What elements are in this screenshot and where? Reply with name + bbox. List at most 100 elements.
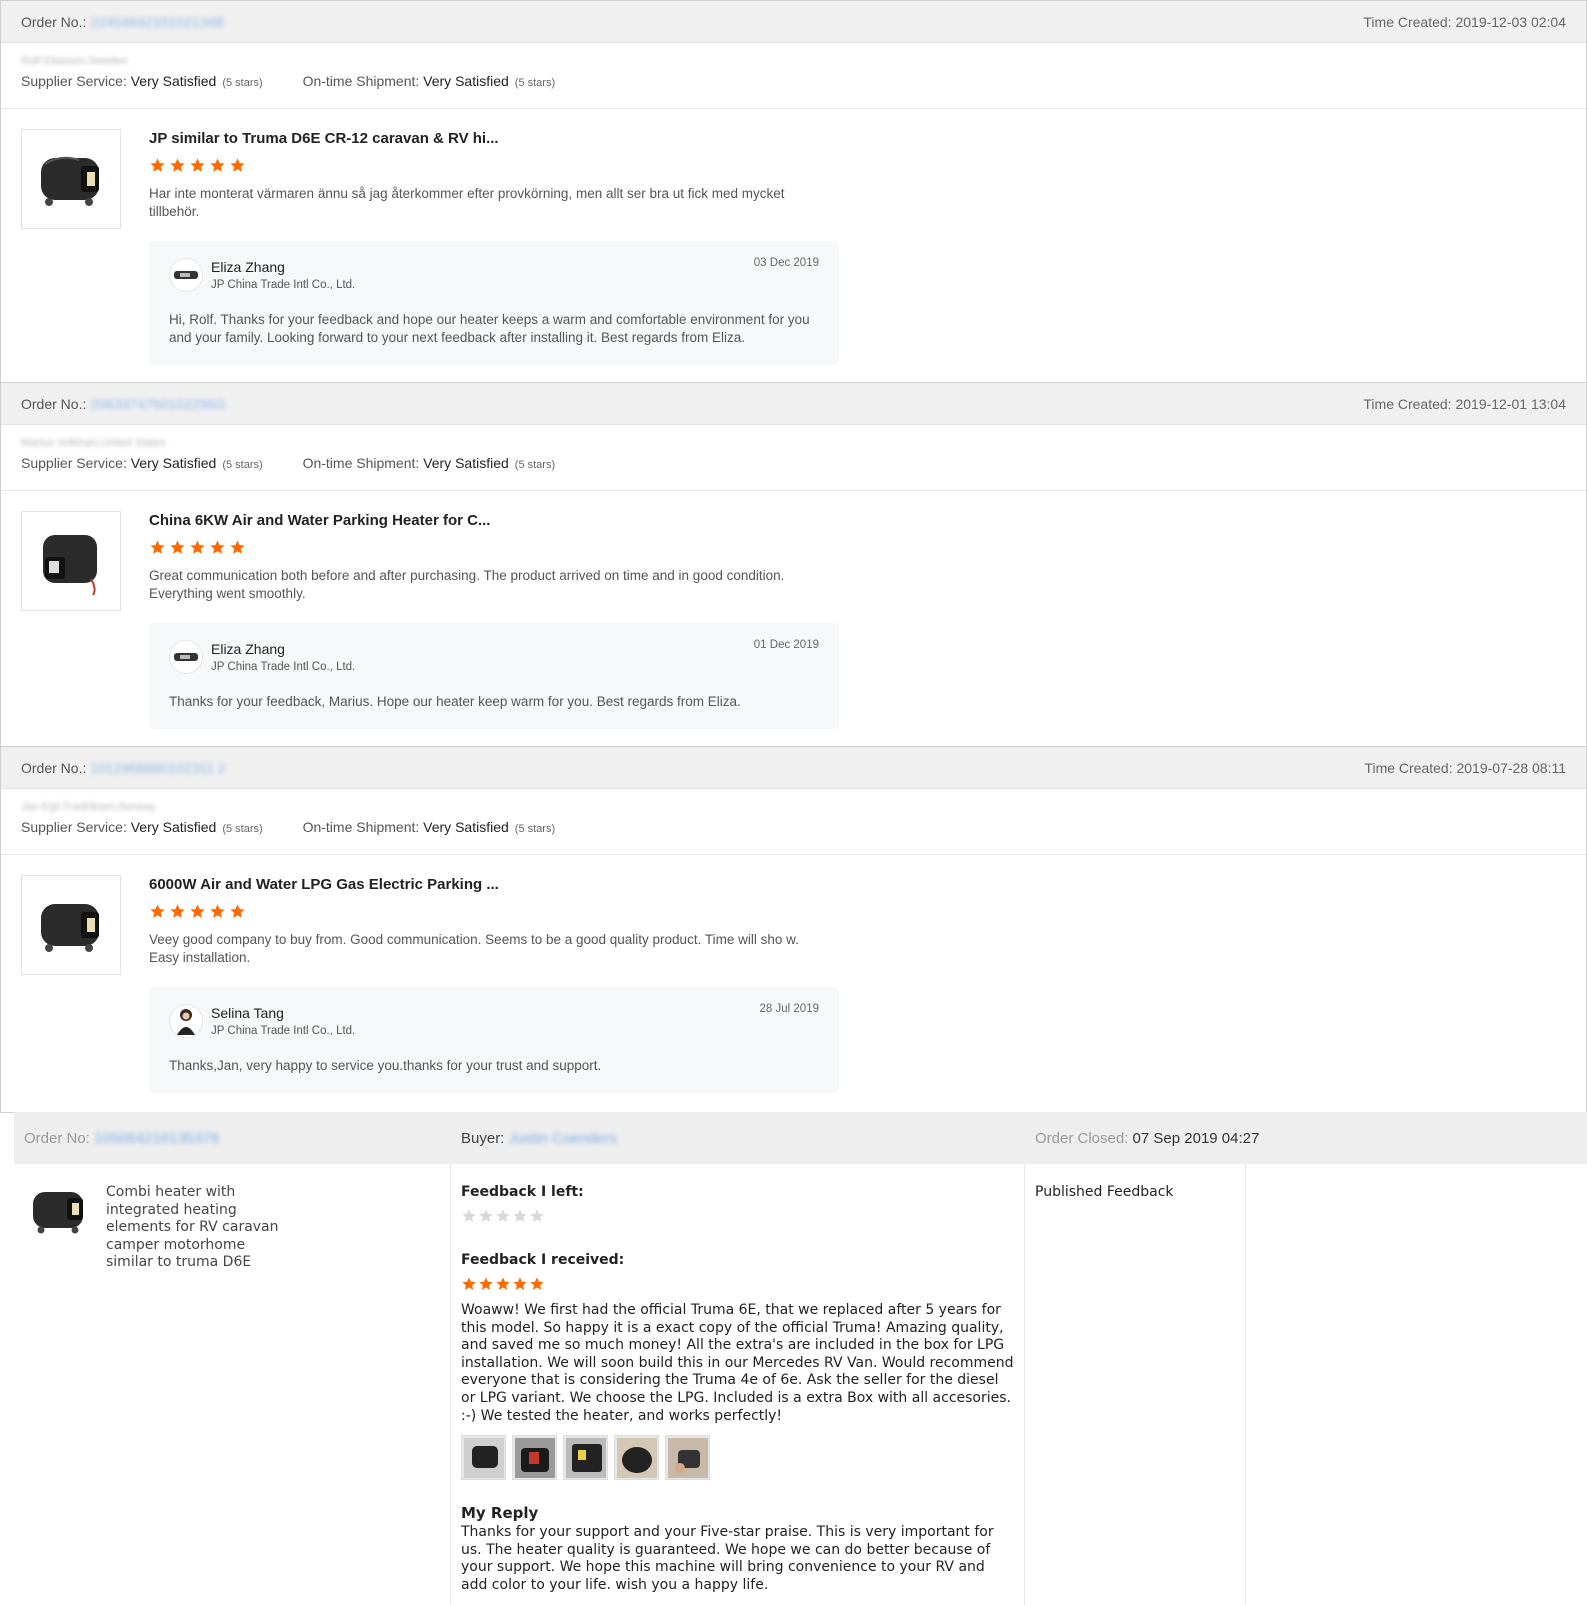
order-header: Order No.: 2063374750102296G Time Created… <box>1 383 1586 425</box>
star-filled-icon <box>150 540 165 554</box>
reply-text: Hi, Rolf. Thanks for your feedback and h… <box>169 312 810 345</box>
buyer-name: Jan Egil Fredriksen,Norway <box>21 801 156 813</box>
feedback-photos <box>461 1435 1014 1481</box>
star-filled-icon <box>496 1277 510 1290</box>
buyer-link[interactable]: Justin Coenders <box>509 1130 617 1147</box>
order-number-link[interactable]: 2245484233102134B <box>90 14 224 30</box>
star-filled-icon <box>170 158 185 172</box>
supplier-service-value: Very Satisfied <box>130 455 217 471</box>
order-label: Order No.: <box>21 395 87 412</box>
supplier-service-value: Very Satisfied <box>130 819 217 835</box>
buyer-name: Rolf Eliasson,Sweden <box>21 55 129 67</box>
order-label: Order No.: <box>21 13 87 30</box>
feedback-photo[interactable] <box>563 1435 608 1481</box>
shipment-stars: (5 stars) <box>514 459 556 471</box>
reply-author: Eliza Zhang <box>211 641 285 657</box>
product-title[interactable]: China 6KW Air and Water Parking Heater f… <box>149 512 839 529</box>
feedback-photo[interactable] <box>614 1435 659 1481</box>
avatar <box>169 1004 203 1038</box>
shipment-stars: (5 stars) <box>514 77 556 89</box>
review-text: Veey good company to buy from. Good comm… <box>149 932 799 965</box>
supplier-service-label: Supplier Service: <box>21 455 127 471</box>
review-text: Har inte monterat värmaren ännu så jag å… <box>149 186 785 219</box>
star-filled-icon <box>210 904 225 918</box>
supplier-service-label: Supplier Service: <box>21 819 127 835</box>
feedback-received-stars <box>461 1276 1014 1294</box>
rating-stars <box>149 539 839 561</box>
reply-date: 01 Dec 2019 <box>753 639 819 651</box>
order-number-link[interactable]: 105064216135376 <box>94 1130 219 1147</box>
reply-author: Eliza Zhang <box>211 259 285 275</box>
heater-image <box>41 904 99 952</box>
supplier-reply: Eliza Zhang JP China Trade Intl Co., Ltd… <box>149 241 839 365</box>
feedback-left-label: Feedback I left: <box>461 1184 584 1200</box>
reply-author: Selina Tang <box>211 1005 284 1021</box>
reply-company: JP China Trade Intl Co., Ltd. <box>211 1025 356 1037</box>
shipment-value: Very Satisfied <box>423 73 509 89</box>
heater-image <box>33 1192 83 1234</box>
supplier-reply: Eliza Zhang JP China Trade Intl Co., Ltd… <box>149 623 839 729</box>
star-filled-icon <box>170 904 185 918</box>
reply-text: Thanks for your feedback, Marius. Hope o… <box>169 694 741 709</box>
reply-date: 03 Dec 2019 <box>753 257 819 269</box>
order-number-link[interactable]: 1012968880102311 2 <box>90 760 225 776</box>
star-filled-icon <box>210 158 225 172</box>
heater-image <box>43 535 97 596</box>
star-empty-icon <box>530 1209 544 1222</box>
rating-stars <box>149 157 839 179</box>
supplier-service-stars: (5 stars) <box>222 823 263 835</box>
received-feedback-text: Woaww! We first had the official Truma 6… <box>461 1302 1014 1424</box>
product-thumbnail[interactable] <box>21 129 121 229</box>
product-title[interactable]: JP similar to Truma D6E CR-12 caravan & … <box>149 130 839 147</box>
time-created: Time Created: 2019-12-01 13:04 <box>1363 395 1566 412</box>
shipment-stars: (5 stars) <box>514 823 556 835</box>
shipment-value: Very Satisfied <box>423 455 509 471</box>
product-thumbnail[interactable] <box>24 1184 96 1256</box>
star-filled-icon <box>230 904 245 918</box>
order-closed-value: 07 Sep 2019 04:27 <box>1132 1129 1260 1147</box>
avatar <box>169 258 203 292</box>
rating-stars <box>149 903 839 925</box>
feedback-status: Published Feedback <box>1025 1164 1246 1605</box>
star-filled-icon <box>462 1277 476 1290</box>
heater-image <box>41 156 99 206</box>
star-filled-icon <box>190 158 205 172</box>
rating-summary: Supplier Service: Very Satisfied (5 stars… <box>1 451 1586 491</box>
shipment-label: On-time Shipment: <box>302 73 420 89</box>
order-number-link[interactable]: 2063374750102296G <box>90 396 225 412</box>
order-header: Order No.: 1012968880102311 2 Time Create… <box>1 747 1586 789</box>
product-title[interactable]: 6000W Air and Water LPG Gas Electric Par… <box>149 876 839 893</box>
order-card: Order No.: 1012968880102311 2 Time Create… <box>0 746 1587 1113</box>
rating-summary: Supplier Service: Very Satisfied (5 stars… <box>1 69 1586 109</box>
shipment-value: Very Satisfied <box>423 819 509 835</box>
review-text: Great communication both before and afte… <box>149 568 785 601</box>
reply-company: JP China Trade Intl Co., Ltd. <box>211 279 356 291</box>
product-thumbnail[interactable] <box>21 511 121 611</box>
product-name-link[interactable]: Combi heater with integrated heating ele… <box>106 1184 286 1605</box>
star-empty-icon <box>479 1209 493 1222</box>
feedback-photo[interactable] <box>665 1435 710 1481</box>
star-filled-icon <box>190 540 205 554</box>
star-empty-icon <box>513 1209 527 1222</box>
feedback-received-label: Feedback I received: <box>461 1252 625 1268</box>
feedback-photo[interactable] <box>512 1435 557 1481</box>
order-label: Order No.: <box>21 759 87 776</box>
supplier-reply: Selina Tang JP China Trade Intl Co., Ltd… <box>149 987 839 1093</box>
feedback-left-stars <box>461 1208 1014 1226</box>
shipment-label: On-time Shipment: <box>302 819 420 835</box>
star-filled-icon <box>230 540 245 554</box>
star-filled-icon <box>230 158 245 172</box>
order-card: Order No.: 2245484233102134B Time Created… <box>0 0 1587 383</box>
reply-text: Thanks,Jan, very happy to service you.th… <box>169 1058 602 1073</box>
supplier-service-label: Supplier Service: <box>21 73 127 89</box>
star-filled-icon <box>150 158 165 172</box>
reply-date: 28 Jul 2019 <box>759 1003 819 1015</box>
time-created: Time Created: 2019-12-03 02:04 <box>1363 13 1566 30</box>
time-created: Time Created: 2019-07-28 08:11 <box>1364 759 1566 776</box>
product-thumbnail[interactable] <box>21 875 121 975</box>
shipment-label: On-time Shipment: <box>302 455 420 471</box>
legacy-header: Order No: 105064216135376 Buyer: Justin … <box>14 1112 1587 1164</box>
buyer-label: Buyer: <box>461 1129 505 1147</box>
rating-summary: Supplier Service: Very Satisfied (5 stars… <box>1 815 1586 855</box>
feedback-photo[interactable] <box>461 1435 506 1481</box>
